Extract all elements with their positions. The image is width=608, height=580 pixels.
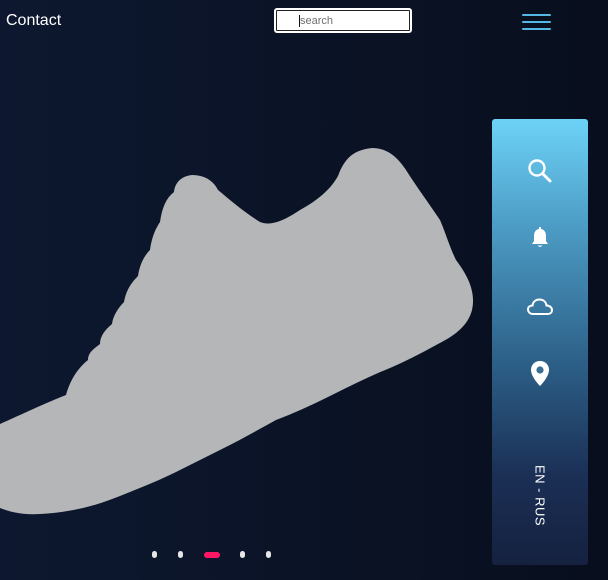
sneaker-image — [0, 148, 474, 515]
cloud-icon[interactable] — [526, 293, 554, 321]
sneaker-silhouette — [0, 148, 474, 515]
slider-dot-active[interactable] — [204, 552, 220, 558]
search-box[interactable] — [274, 8, 412, 33]
language-switcher[interactable]: EN - RUS — [528, 461, 552, 531]
menu-line — [522, 28, 551, 30]
side-panel: EN - RUS — [492, 119, 588, 565]
menu-line — [522, 21, 551, 23]
menu-line — [522, 14, 551, 16]
search-icon[interactable] — [526, 157, 554, 185]
slider-dot[interactable] — [178, 551, 183, 558]
slider-pagination — [152, 551, 274, 559]
search-input[interactable] — [300, 13, 404, 29]
hamburger-menu-icon[interactable] — [522, 13, 552, 33]
slider-dot[interactable] — [240, 551, 245, 558]
contact-link[interactable]: Contact — [6, 12, 61, 30]
bell-icon[interactable] — [526, 224, 554, 252]
slider-dot[interactable] — [266, 551, 271, 558]
slider-dot[interactable] — [152, 551, 157, 558]
location-pin-icon[interactable] — [526, 360, 554, 388]
